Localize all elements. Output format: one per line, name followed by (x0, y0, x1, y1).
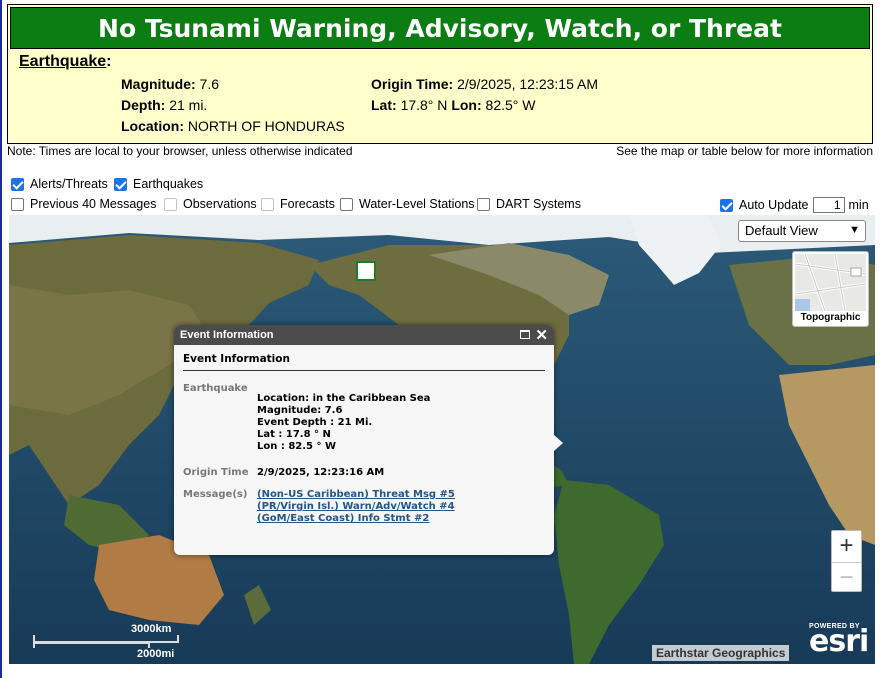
zoom-in-button[interactable]: + (832, 531, 861, 562)
message-link[interactable]: (Non-US Caribbean) Threat Msg #5 (257, 489, 455, 501)
eq-lon: Lon : 82.5 ° W (257, 441, 336, 452)
popup-pointer (554, 435, 563, 451)
checkbox-icon[interactable] (261, 197, 274, 211)
dart-systems-checkbox[interactable]: DART Systems (477, 197, 581, 211)
observations-checkbox[interactable]: Observations (164, 197, 257, 211)
esri-logo: POWERED BY esri (809, 623, 869, 659)
origin-time-key: Origin Time (183, 467, 249, 478)
chevron-down-icon: ▼ (849, 224, 860, 236)
popup-title: Event Information (183, 353, 545, 371)
popup-header: Event Information ✕ (174, 325, 554, 345)
message-link[interactable]: (PR/Virgin Isl.) Warn/Adv/Watch #4 (257, 501, 455, 513)
origin-time-value: 2/9/2025, 12:23:16 AM (257, 467, 385, 478)
status-banner: No Tsunami Warning, Advisory, Watch, or … (7, 4, 873, 144)
earthquake-key: Earthquake (183, 383, 248, 394)
scale-bar: 3000km 2000mi (33, 620, 183, 660)
checkbox-checked-icon[interactable] (114, 177, 127, 191)
lat-lon-field: Lat: 17.8° N Lon: 82.5° W (371, 97, 536, 113)
message-link[interactable]: (GoM/East Coast) Info Stmt #2 (257, 513, 455, 525)
location-field: Location: NORTH OF HONDURAS (121, 118, 345, 134)
forecasts-checkbox[interactable]: Forecasts (261, 197, 335, 211)
previous-messages-checkbox[interactable]: Previous 40 Messages (11, 197, 156, 211)
topographic-basemap-toggle[interactable]: Topographic (792, 251, 869, 327)
maximize-icon[interactable] (520, 330, 530, 339)
auto-update-checkbox[interactable]: Auto Update min (720, 197, 869, 213)
event-info-popup: Event Information ✕ Event Information Ea… (174, 325, 554, 555)
magnitude-field: Magnitude: 7.6 (121, 76, 220, 92)
earthquake-marker-icon[interactable] (356, 261, 376, 281)
checkbox-icon[interactable] (11, 197, 24, 211)
eq-location: Location: in the Caribbean Sea (257, 393, 431, 404)
alerts-threats-checkbox[interactable]: Alerts/Threats (11, 177, 108, 191)
basemap-dropdown[interactable]: Default View ▼ (738, 220, 866, 242)
checkbox-checked-icon[interactable] (11, 177, 24, 191)
earthquakes-checkbox[interactable]: Earthquakes (114, 177, 203, 191)
zoom-control: + − (831, 530, 862, 592)
auto-update-interval-input[interactable] (812, 197, 845, 213)
earthquake-heading: Earthquake: (19, 53, 112, 70)
origin-time-field: Origin Time: 2/9/2025, 12:23:15 AM (371, 76, 598, 92)
messages-key: Message(s) (183, 489, 248, 500)
close-icon[interactable]: ✕ (535, 326, 548, 344)
water-level-checkbox[interactable]: Water-Level Stations (340, 197, 475, 211)
topographic-thumbnail (795, 254, 866, 311)
eq-lat: Lat : 17.8 ° N (257, 429, 331, 440)
map-attribution: Earthstar Geographics (652, 645, 790, 661)
checkbox-checked-icon[interactable] (720, 198, 733, 212)
checkbox-icon[interactable] (477, 197, 490, 211)
depth-field: Depth: 21 mi. (121, 97, 208, 113)
page-edge (0, 0, 2, 678)
map-note: See the map or table below for more info… (616, 144, 873, 158)
checkbox-icon[interactable] (340, 197, 353, 211)
time-note: Note: Times are local to your browser, u… (7, 144, 353, 158)
status-title: No Tsunami Warning, Advisory, Watch, or … (10, 7, 870, 49)
map-view[interactable]: Default View ▼ Topographic + − 3000km 20… (9, 215, 875, 664)
zoom-out-button[interactable]: − (832, 562, 861, 593)
checkbox-icon[interactable] (164, 197, 177, 211)
eq-depth: Event Depth : 21 Mi. (257, 417, 373, 428)
eq-magnitude: Magnitude: 7.6 (257, 405, 343, 416)
